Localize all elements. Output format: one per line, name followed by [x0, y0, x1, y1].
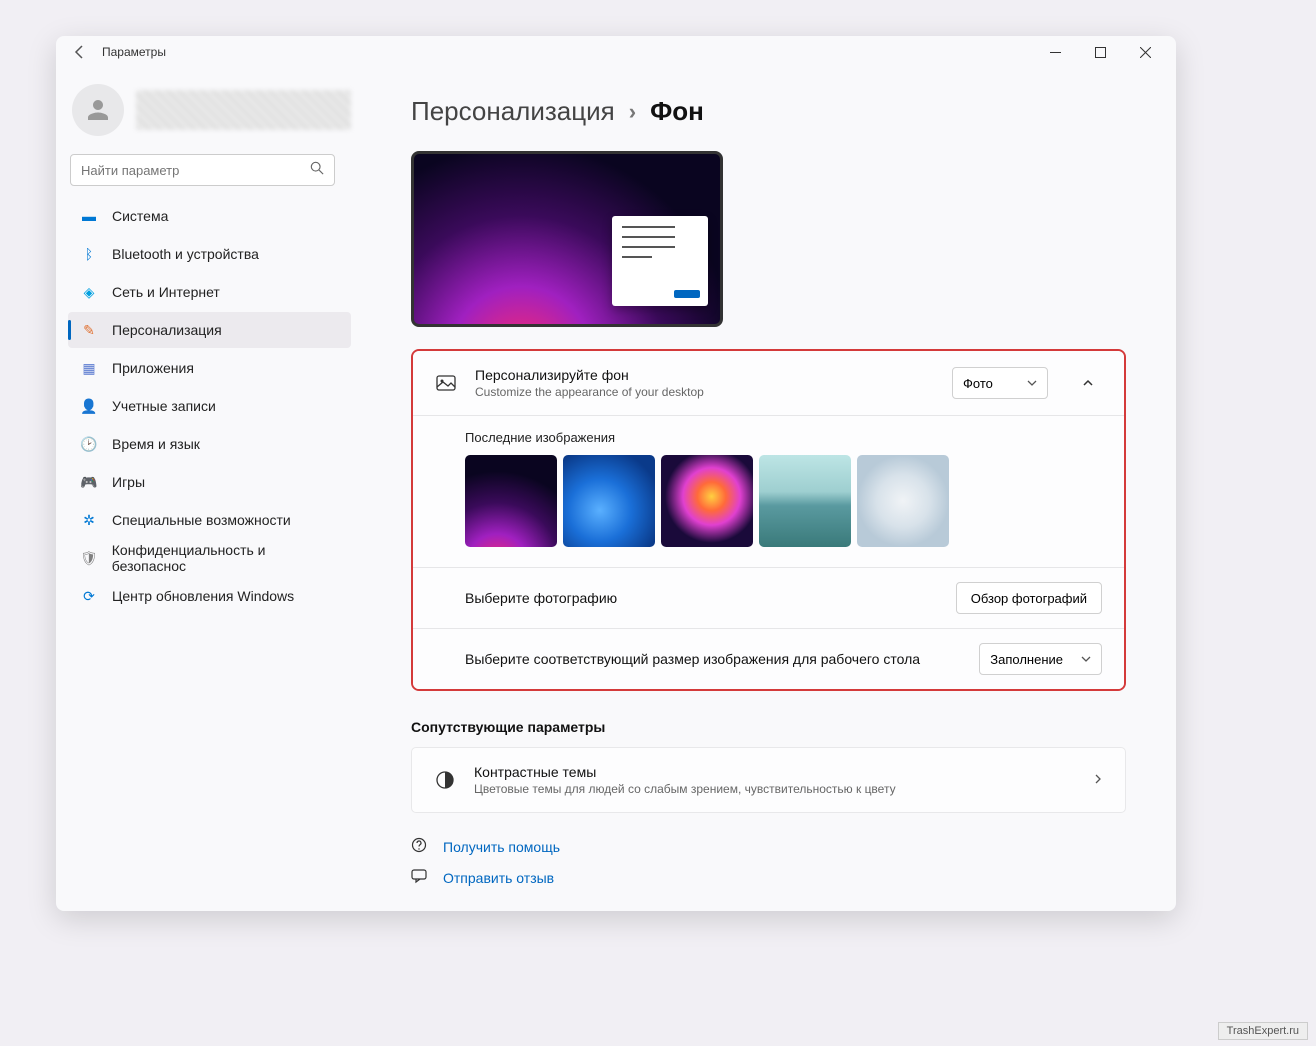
personalize-text: Персонализируйте фон Customize the appea…: [475, 367, 934, 399]
contrast-icon: [434, 769, 456, 791]
app-title: Параметры: [102, 45, 166, 59]
personalize-title: Персонализируйте фон: [475, 367, 934, 383]
sidebar-item-accounts[interactable]: 👤 Учетные записи: [68, 388, 351, 424]
search-input[interactable]: [81, 163, 310, 178]
wallpaper-thumb-3[interactable]: [661, 455, 753, 547]
contrast-themes-card[interactable]: Контрастные темы Цветовые темы для людей…: [411, 747, 1126, 813]
wallpaper-thumb-5[interactable]: [857, 455, 949, 547]
chevron-right-icon: ›: [629, 99, 636, 125]
search-icon: [310, 161, 324, 180]
background-type-dropdown[interactable]: Фото: [952, 367, 1048, 399]
contrast-text: Контрастные темы Цветовые темы для людей…: [474, 764, 1075, 796]
avatar: [72, 84, 124, 136]
fit-label: Выберите соответствующий размер изображе…: [465, 651, 979, 667]
nav-label: Bluetooth и устройства: [112, 246, 259, 262]
shield-icon: 🛡: [80, 549, 98, 567]
choose-photo-row: Выберите фотографию Обзор фотографий: [413, 568, 1124, 629]
thumbnails-row: [465, 455, 1102, 547]
settings-window: Параметры ▬ Система ᛒ Bluetooth и устройст…: [56, 36, 1176, 911]
sidebar-item-apps[interactable]: ▦ Приложения: [68, 350, 351, 386]
wallpaper-thumb-1[interactable]: [465, 455, 557, 547]
chevron-right-icon: [1093, 771, 1103, 789]
clock-icon: 🕑: [80, 435, 98, 453]
back-button[interactable]: [64, 36, 96, 68]
sidebar-item-gaming[interactable]: 🎮 Игры: [68, 464, 351, 500]
sidebar-item-bluetooth[interactable]: ᛒ Bluetooth и устройства: [68, 236, 351, 272]
sidebar-item-personalization[interactable]: ✎ Персонализация: [68, 312, 351, 348]
nav-list: ▬ Система ᛒ Bluetooth и устройства ◈ Сеть и…: [68, 198, 351, 614]
sidebar: ▬ Система ᛒ Bluetooth и устройства ◈ Сеть и…: [56, 68, 351, 911]
wifi-icon: ◈: [80, 283, 98, 301]
personalize-subtitle: Customize the appearance of your desktop: [475, 385, 934, 399]
sidebar-item-time[interactable]: 🕑 Время и язык: [68, 426, 351, 462]
personalize-background-row: Персонализируйте фон Customize the appea…: [413, 351, 1124, 416]
feedback-link-text: Отправить отзыв: [443, 870, 554, 886]
sidebar-item-accessibility[interactable]: ✲ Специальные возможности: [68, 502, 351, 538]
maximize-button[interactable]: [1078, 36, 1123, 68]
sidebar-item-privacy[interactable]: 🛡 Конфиденциальность и безопаснос: [68, 540, 351, 576]
bluetooth-icon: ᛒ: [80, 245, 98, 263]
image-icon: [435, 372, 457, 394]
background-settings-panel: Персонализируйте фон Customize the appea…: [411, 349, 1126, 691]
collapse-button[interactable]: [1074, 369, 1102, 397]
nav-label: Приложения: [112, 360, 194, 376]
accessibility-icon: ✲: [80, 511, 98, 529]
chevron-down-icon: [1027, 378, 1037, 388]
search-box[interactable]: [70, 154, 335, 186]
close-button[interactable]: [1123, 36, 1168, 68]
desktop-preview: [411, 151, 723, 327]
user-profile[interactable]: [68, 78, 351, 154]
nav-label: Центр обновления Windows: [112, 588, 294, 604]
recent-images-label: Последние изображения: [465, 430, 1102, 445]
refresh-icon: ⟳: [80, 587, 98, 605]
nav-label: Учетные записи: [112, 398, 216, 414]
sidebar-item-network[interactable]: ◈ Сеть и Интернет: [68, 274, 351, 310]
help-link-text: Получить помощь: [443, 839, 560, 855]
get-help-link[interactable]: Получить помощь: [411, 837, 1126, 856]
feedback-icon: [411, 868, 429, 887]
nav-label: Персонализация: [112, 322, 222, 338]
nav-label: Время и язык: [112, 436, 200, 452]
dropdown-value: Фото: [963, 376, 993, 391]
help-icon: [411, 837, 429, 856]
breadcrumb-parent[interactable]: Персонализация: [411, 96, 615, 127]
preview-window-mock: [612, 216, 708, 306]
recent-images-section: Последние изображения: [413, 416, 1124, 568]
contrast-title: Контрастные темы: [474, 764, 1075, 780]
minimize-button[interactable]: [1033, 36, 1078, 68]
profile-name-blurred: [136, 90, 351, 130]
related-settings-title: Сопутствующие параметры: [411, 719, 1126, 735]
fit-row: Выберите соответствующий размер изображе…: [413, 629, 1124, 689]
breadcrumb-current: Фон: [650, 96, 704, 127]
breadcrumb: Персонализация › Фон: [411, 96, 1126, 127]
person-icon: 👤: [80, 397, 98, 415]
choose-photo-label: Выберите фотографию: [465, 590, 956, 606]
nav-label: Игры: [112, 474, 145, 490]
fit-dropdown[interactable]: Заполнение: [979, 643, 1102, 675]
window-body: ▬ Система ᛒ Bluetooth и устройства ◈ Сеть и…: [56, 68, 1176, 911]
feedback-link[interactable]: Отправить отзыв: [411, 868, 1126, 887]
fit-value: Заполнение: [990, 652, 1063, 667]
nav-label: Конфиденциальность и безопаснос: [112, 542, 339, 574]
wallpaper-thumb-4[interactable]: [759, 455, 851, 547]
display-icon: ▬: [80, 207, 98, 225]
browse-photos-button[interactable]: Обзор фотографий: [956, 582, 1102, 614]
brush-icon: ✎: [80, 321, 98, 339]
apps-icon: ▦: [80, 359, 98, 377]
watermark: TrashExpert.ru: [1218, 1022, 1308, 1040]
contrast-subtitle: Цветовые темы для людей со слабым зрение…: [474, 782, 1075, 796]
nav-label: Система: [112, 208, 168, 224]
chevron-down-icon: [1081, 654, 1091, 664]
window-controls: [1033, 36, 1168, 68]
nav-label: Сеть и Интернет: [112, 284, 220, 300]
sidebar-item-system[interactable]: ▬ Система: [68, 198, 351, 234]
main-content: Персонализация › Фон Персонализируйте фо…: [351, 68, 1176, 911]
wallpaper-thumb-2[interactable]: [563, 455, 655, 547]
nav-label: Специальные возможности: [112, 512, 291, 528]
sidebar-item-update[interactable]: ⟳ Центр обновления Windows: [68, 578, 351, 614]
gamepad-icon: 🎮: [80, 473, 98, 491]
titlebar: Параметры: [56, 36, 1176, 68]
